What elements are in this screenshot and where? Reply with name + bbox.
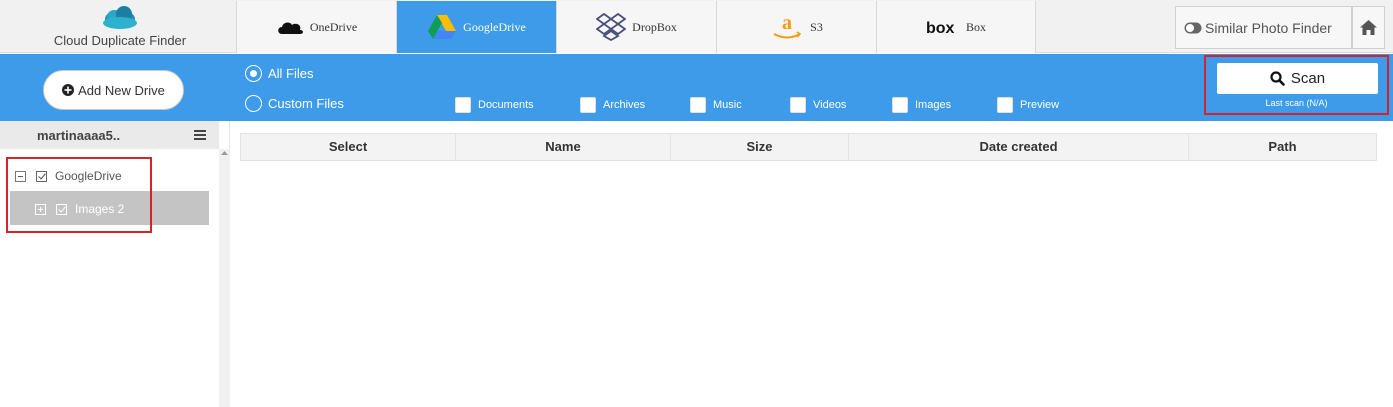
tree-node-images-2[interactable]: Images 2: [10, 191, 209, 225]
checkbox-label: Archives: [603, 99, 646, 111]
sidebar: martinaaaa5.. GoogleDrive Images 2: [0, 121, 230, 407]
column-header-select[interactable]: Select: [241, 134, 456, 160]
dropbox-icon: [596, 13, 627, 41]
filter-bar: Add New Drive All Files Custom Files Doc…: [0, 54, 1393, 121]
search-icon: [1270, 71, 1285, 86]
tree-checkbox[interactable]: [36, 170, 47, 182]
scan-highlight: Scan Last scan (N/A): [1204, 55, 1389, 115]
hamburger-menu-icon[interactable]: [194, 129, 206, 141]
svg-text:a: a: [782, 12, 792, 34]
checkbox[interactable]: [997, 97, 1013, 113]
tab-label: GoogleDrive: [463, 19, 526, 34]
filter-images[interactable]: Images: [892, 97, 951, 113]
tree-checkbox[interactable]: [56, 203, 67, 215]
checkbox-label: Preview: [1020, 99, 1060, 111]
cloud-logo-icon: [103, 6, 137, 29]
tab-box[interactable]: box Box: [876, 1, 1036, 53]
amazon-s3-icon: a: [773, 12, 802, 39]
googledrive-icon: [428, 15, 457, 39]
filter-archives[interactable]: Archives: [580, 97, 645, 113]
column-header-size[interactable]: Size: [671, 134, 849, 160]
account-header: martinaaaa5..: [0, 121, 219, 149]
radio-label: Custom Files: [268, 96, 344, 111]
scan-button[interactable]: Scan: [1217, 63, 1378, 94]
tab-label: OneDrive: [309, 19, 358, 34]
app-name: Cloud Duplicate Finder: [53, 33, 187, 48]
account-name: martinaaaa5..: [37, 128, 121, 143]
tab-dropbox[interactable]: DropBox: [556, 1, 716, 53]
filter-preview[interactable]: Preview: [997, 97, 1059, 113]
radio-custom-files[interactable]: Custom Files: [245, 95, 344, 112]
filter-music[interactable]: Music: [690, 97, 742, 113]
radio-all-files[interactable]: All Files: [245, 65, 314, 82]
radio-button[interactable]: [245, 65, 262, 82]
filter-videos[interactable]: Videos: [790, 97, 846, 113]
app-brand: Cloud Duplicate Finder: [0, 0, 237, 53]
radio-button[interactable]: [245, 95, 262, 112]
results-table-header: Select Name Size Date created Path: [240, 133, 1377, 161]
tab-label: S3: [810, 19, 823, 34]
similar-photo-finder-button[interactable]: Similar Photo Finder: [1175, 6, 1352, 49]
add-new-drive-button[interactable]: Add New Drive: [43, 70, 184, 110]
sidebar-scrollbar[interactable]: [219, 149, 230, 407]
onedrive-icon: [278, 22, 303, 34]
filter-documents[interactable]: Documents: [455, 97, 534, 113]
box-icon: box: [926, 20, 955, 35]
column-header-date-created[interactable]: Date created: [849, 134, 1189, 160]
checkbox-label: Videos: [813, 99, 847, 111]
tab-label: DropBox: [632, 19, 677, 34]
checkbox[interactable]: [892, 97, 908, 113]
add-new-drive-label: Add New Drive: [78, 82, 165, 98]
checkbox-label: Documents: [478, 99, 534, 111]
last-scan-text: Last scan (N/A): [1265, 98, 1328, 108]
tree-node-googledrive[interactable]: GoogleDrive: [15, 169, 122, 183]
svg-text:box: box: [926, 20, 955, 35]
checkbox[interactable]: [790, 97, 806, 113]
column-header-name[interactable]: Name: [456, 134, 671, 160]
tree-label: Images 2: [75, 202, 125, 216]
radio-label: All Files: [268, 66, 314, 81]
column-header-path[interactable]: Path: [1189, 134, 1376, 160]
tab-label: Box: [965, 19, 986, 34]
tree-label: GoogleDrive: [55, 169, 122, 183]
tab-s3[interactable]: a S3: [716, 1, 876, 53]
checkbox-label: Images: [915, 99, 952, 111]
checkbox-label: Music: [713, 99, 742, 111]
home-button[interactable]: [1352, 6, 1385, 49]
tree-row: Images 2: [35, 202, 124, 216]
toggle-icon: [1184, 22, 1202, 33]
scan-label: Scan: [1290, 70, 1326, 87]
checkbox[interactable]: [690, 97, 706, 113]
checkbox[interactable]: [455, 97, 471, 113]
top-bar: Cloud Duplicate Finder OneDrive GoogleDr…: [0, 0, 1393, 53]
tab-onedrive[interactable]: OneDrive: [236, 1, 396, 53]
similar-photo-finder-label: Similar Photo Finder: [1205, 19, 1332, 36]
home-icon: [1360, 20, 1377, 35]
tab-googledrive[interactable]: GoogleDrive: [396, 1, 556, 53]
expand-toggle[interactable]: [35, 203, 46, 215]
checkbox[interactable]: [580, 97, 596, 113]
collapse-toggle[interactable]: [15, 170, 26, 182]
scroll-up-arrow-icon[interactable]: [221, 149, 228, 157]
plus-circle-icon: [62, 84, 75, 96]
